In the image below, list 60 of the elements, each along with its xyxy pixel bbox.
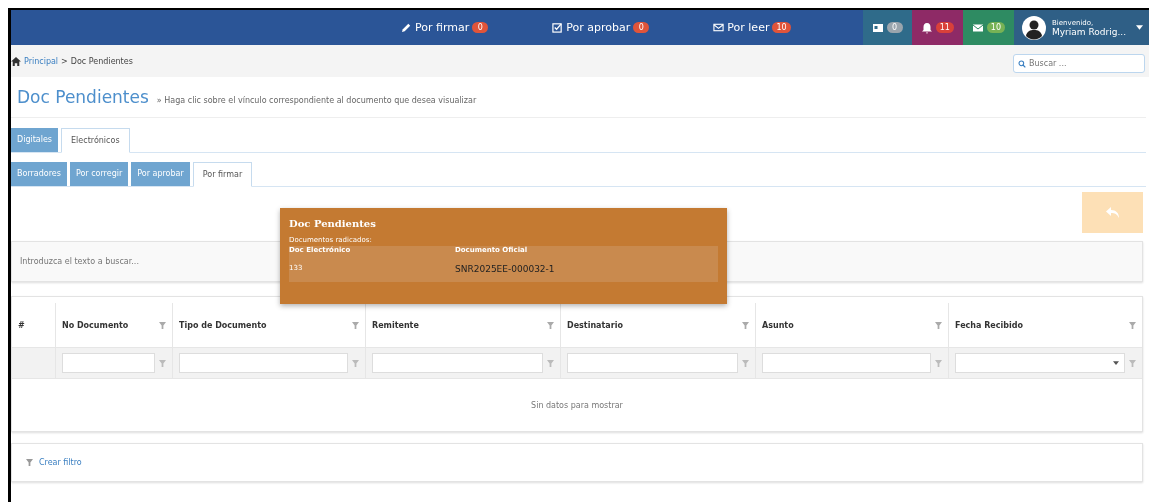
checkbox-icon: [552, 22, 564, 33]
filter-icon[interactable]: [1129, 321, 1136, 329]
column-header[interactable]: #: [18, 320, 25, 330]
count-badge: 0: [886, 22, 903, 33]
card-icon: [871, 21, 884, 34]
create-filter-link[interactable]: Crear filtro: [26, 458, 82, 467]
popup-title: Doc Pendientes: [289, 218, 377, 229]
pencil-icon: [401, 22, 413, 33]
nav-link[interactable]: Por firmar 0: [369, 21, 521, 34]
reply-arrow-icon: [1105, 206, 1120, 219]
nav-link[interactable]: Por aprobar 0: [520, 21, 682, 34]
user-name: Myriam Rodrig...: [1052, 26, 1126, 37]
breadcrumb-link[interactable]: Principal: [24, 56, 59, 66]
nav-link[interactable]: Por leer 10: [681, 21, 823, 34]
count-badge: 0: [472, 22, 489, 33]
filter-icon[interactable]: [159, 359, 166, 367]
filter-icon[interactable]: [159, 321, 166, 329]
popup-cell[interactable]: SNR2025EE-000032-1: [455, 264, 555, 274]
filter-icon[interactable]: [352, 359, 359, 367]
filter-icon: [26, 459, 33, 466]
filter-input[interactable]: [62, 353, 155, 373]
page-subtitle: » Haga clic sobre el vínculo correspondiente al documento que desea visualizar: [156, 96, 477, 105]
column-header[interactable]: No Documento: [62, 320, 129, 330]
filter-icon[interactable]: [352, 321, 359, 329]
tab[interactable]: Electrónicos: [61, 128, 130, 153]
filter-icon[interactable]: [1129, 359, 1136, 367]
breadcrumb-separator: >: [61, 56, 68, 66]
column-header[interactable]: Destinatario: [567, 320, 623, 330]
filter-input[interactable]: [179, 353, 348, 373]
envelope-icon: [713, 22, 725, 33]
filter-icon[interactable]: [547, 321, 554, 329]
date-filter-dropdown[interactable]: [955, 353, 1125, 373]
filter-icon[interactable]: [742, 321, 749, 329]
avatar-icon: [1022, 15, 1046, 40]
tab[interactable]: Por firmar: [192, 162, 253, 187]
count-badge: 11: [935, 22, 954, 33]
bell-icon: [920, 21, 933, 34]
page-title: Doc Pendientes: [17, 87, 149, 107]
count-badge: 10: [772, 22, 791, 33]
notification-button[interactable]: 11: [911, 10, 963, 45]
filter-icon[interactable]: [935, 359, 942, 367]
home-icon: [11, 56, 21, 66]
filter-input[interactable]: [567, 353, 738, 373]
count-badge: 0: [633, 22, 650, 33]
column-header[interactable]: Remitente: [372, 320, 419, 330]
column-header[interactable]: Tipo de Documento: [179, 320, 267, 330]
empty-message: Sin datos para mostrar: [531, 400, 623, 410]
filter-icon[interactable]: [547, 359, 554, 367]
back-button[interactable]: [1082, 192, 1143, 233]
filter-input[interactable]: [372, 353, 543, 373]
count-badge: 10: [986, 22, 1005, 33]
filter-icon[interactable]: [742, 359, 749, 367]
breadcrumb-current: Doc Pendientes: [70, 56, 133, 66]
caret-icon: [1136, 25, 1143, 30]
search-field[interactable]: Buscar ...: [1013, 53, 1145, 73]
filter-input[interactable]: [762, 353, 931, 373]
caret-icon: [1113, 361, 1119, 365]
column-header[interactable]: Fecha Recibido: [955, 320, 1023, 330]
filter-icon[interactable]: [935, 321, 942, 329]
column-header[interactable]: Asunto: [762, 320, 794, 330]
